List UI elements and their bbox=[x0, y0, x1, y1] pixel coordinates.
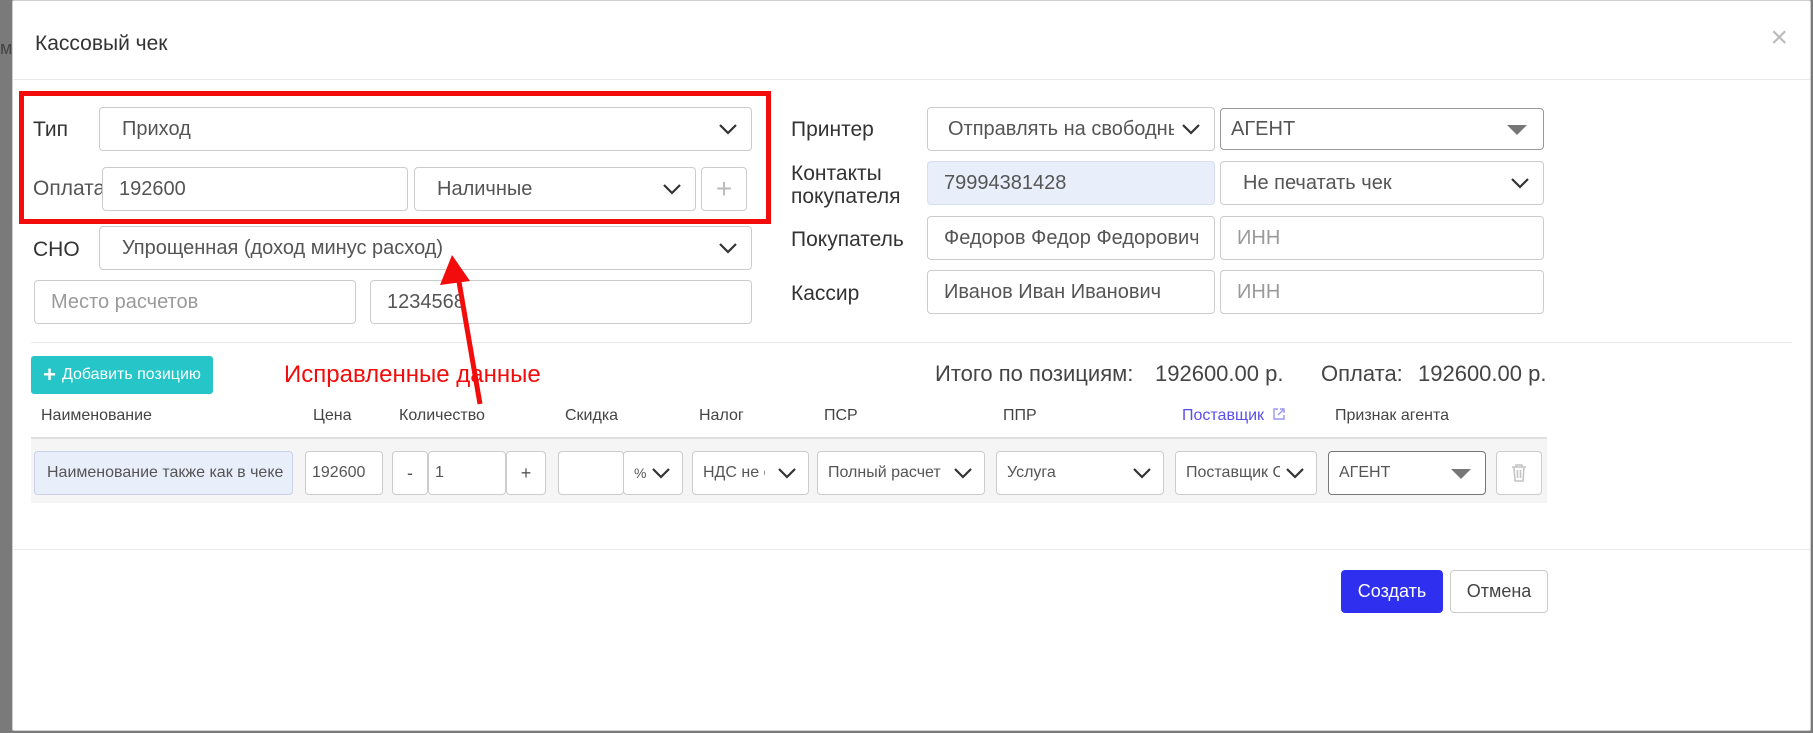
tax-system-value: Упрощенная (доход минус расход) bbox=[122, 236, 444, 259]
column-header-price: Цена bbox=[313, 407, 352, 424]
column-header-supplier[interactable]: Поставщик bbox=[1182, 407, 1286, 425]
total-positions: Итого по позициям: bbox=[935, 361, 1133, 387]
modal-title: Кассовый чек bbox=[35, 32, 168, 55]
position-name-input[interactable]: Наименование также как в чеке bbox=[34, 451, 293, 495]
contacts-label: Контакты покупателя bbox=[791, 162, 901, 208]
discount-unit-value: % bbox=[634, 465, 647, 481]
qty-decrement-button[interactable]: - bbox=[392, 451, 428, 495]
section-divider bbox=[31, 342, 1792, 343]
tax-value: НДС не облагается bbox=[703, 464, 765, 481]
minus-icon: - bbox=[407, 462, 413, 483]
column-header-agent-sign: Признак агента bbox=[1335, 407, 1450, 424]
total-label: Итого по позициям: bbox=[935, 361, 1134, 386]
chevron-down-icon bbox=[1511, 178, 1529, 189]
agent-select[interactable]: АГЕНТ bbox=[1220, 108, 1544, 150]
trash-icon bbox=[1512, 464, 1526, 482]
column-header-name: Наименование bbox=[41, 407, 152, 424]
discount-unit-select[interactable]: % bbox=[623, 451, 683, 495]
supplier-link: Поставщик bbox=[1182, 407, 1265, 424]
agent-value: АГЕНТ bbox=[1231, 117, 1296, 140]
chevron-down-icon bbox=[778, 468, 796, 479]
qty-value: 1 bbox=[435, 464, 444, 481]
receipt-modal: Кассовый чек × Тип Приход Оплата 192600 … bbox=[12, 0, 1811, 731]
contacts-label-line2: покупателя bbox=[791, 185, 901, 209]
contacts-input[interactable]: 79994381428 bbox=[927, 161, 1215, 205]
tax-system-label: СНО bbox=[33, 238, 80, 261]
buyer-label: Покупатель bbox=[791, 228, 904, 251]
chevron-down-icon bbox=[954, 468, 972, 479]
contacts-label-line1: Контакты bbox=[791, 162, 882, 185]
position-price-value: 192600 bbox=[312, 464, 366, 481]
ppr-value: Услуга bbox=[1007, 464, 1056, 481]
settlement-code-input[interactable]: 1234568 bbox=[370, 280, 752, 324]
chevron-down-icon bbox=[1286, 468, 1304, 479]
chevron-down-icon bbox=[1133, 468, 1151, 479]
tax-select[interactable]: НДС не облагается bbox=[692, 451, 809, 495]
cancel-button[interactable]: Отмена bbox=[1450, 570, 1548, 613]
cashier-label: Кассир bbox=[791, 282, 860, 305]
column-header-psr: ПСР bbox=[824, 407, 858, 424]
cashier-value: Иванов Иван Иванович bbox=[944, 280, 1162, 303]
total-value: 192600.00 р. bbox=[1155, 361, 1284, 386]
cashier-inn-input[interactable]: ИНН bbox=[1220, 270, 1544, 314]
annotation-highlight-box bbox=[19, 91, 771, 224]
printer-label: Принтер bbox=[791, 118, 874, 141]
qty-input[interactable]: 1 bbox=[428, 451, 506, 495]
supplier-value: Поставщик ООО bbox=[1186, 464, 1280, 481]
settlement-code-value: 1234568 bbox=[387, 290, 465, 313]
create-button[interactable]: Создать bbox=[1341, 570, 1443, 613]
caret-down-icon bbox=[1451, 469, 1471, 479]
plus-icon: + bbox=[520, 462, 532, 483]
buyer-inn-input[interactable]: ИНН bbox=[1220, 216, 1544, 260]
ppr-select[interactable]: Услуга bbox=[996, 451, 1164, 495]
position-name-value: Наименование также как в чеке bbox=[47, 464, 284, 481]
payment-total-label: Оплата: bbox=[1321, 361, 1403, 386]
agent-sign-value: АГЕНТ bbox=[1339, 464, 1391, 481]
settlement-place-placeholder: Место расчетов bbox=[51, 290, 199, 313]
column-header-tax: Налог bbox=[699, 407, 744, 424]
external-link-icon bbox=[1272, 408, 1285, 420]
print-mode-value: Не печатать чек bbox=[1243, 171, 1392, 194]
chevron-down-icon bbox=[719, 243, 737, 254]
cashier-input[interactable]: Иванов Иван Иванович bbox=[927, 270, 1215, 314]
plus-icon: + bbox=[43, 362, 56, 387]
column-header-quantity: Количество bbox=[399, 407, 485, 424]
column-header-ppr: ППР bbox=[1003, 407, 1037, 424]
contacts-value: 79994381428 bbox=[944, 171, 1067, 194]
agent-sign-select[interactable]: АГЕНТ bbox=[1328, 451, 1486, 495]
chevron-down-icon bbox=[1182, 124, 1200, 135]
delete-position-button[interactable] bbox=[1496, 451, 1542, 495]
chevron-down-icon bbox=[652, 468, 670, 479]
psr-select[interactable]: Полный расчет bbox=[817, 451, 985, 495]
header-divider bbox=[13, 79, 1810, 80]
buyer-inn-placeholder: ИНН bbox=[1237, 226, 1281, 249]
settlement-place-input[interactable]: Место расчетов bbox=[34, 280, 356, 324]
payment-total-value: 192600.00 р. bbox=[1418, 361, 1547, 386]
tax-system-select[interactable]: Упрощенная (доход минус расход) bbox=[99, 226, 752, 270]
footer-divider bbox=[13, 549, 1810, 550]
discount-input[interactable] bbox=[558, 451, 624, 495]
buyer-input[interactable]: Федоров Федор Федорович bbox=[927, 216, 1215, 260]
column-header-discount: Скидка bbox=[565, 407, 619, 424]
position-price-input[interactable]: 192600 bbox=[305, 451, 383, 495]
buyer-value: Федоров Федор Федорович bbox=[944, 226, 1198, 249]
add-position-button[interactable]: + Добавить позицию bbox=[31, 356, 213, 394]
qty-increment-button[interactable]: + bbox=[506, 451, 546, 495]
cashier-inn-placeholder: ИНН bbox=[1237, 280, 1281, 303]
print-mode-select[interactable]: Не печатать чек bbox=[1220, 161, 1544, 205]
psr-value: Полный расчет bbox=[828, 464, 941, 481]
printer-select[interactable]: Отправлять на свободный bbox=[927, 107, 1215, 151]
add-position-label: Добавить позицию bbox=[61, 366, 201, 383]
printer-value: Отправлять на свободный bbox=[948, 117, 1174, 140]
supplier-select[interactable]: Поставщик ООО bbox=[1175, 451, 1317, 495]
close-icon[interactable]: × bbox=[1770, 23, 1788, 53]
annotation-label: Исправленные данные bbox=[284, 361, 541, 388]
caret-down-icon bbox=[1507, 125, 1527, 135]
